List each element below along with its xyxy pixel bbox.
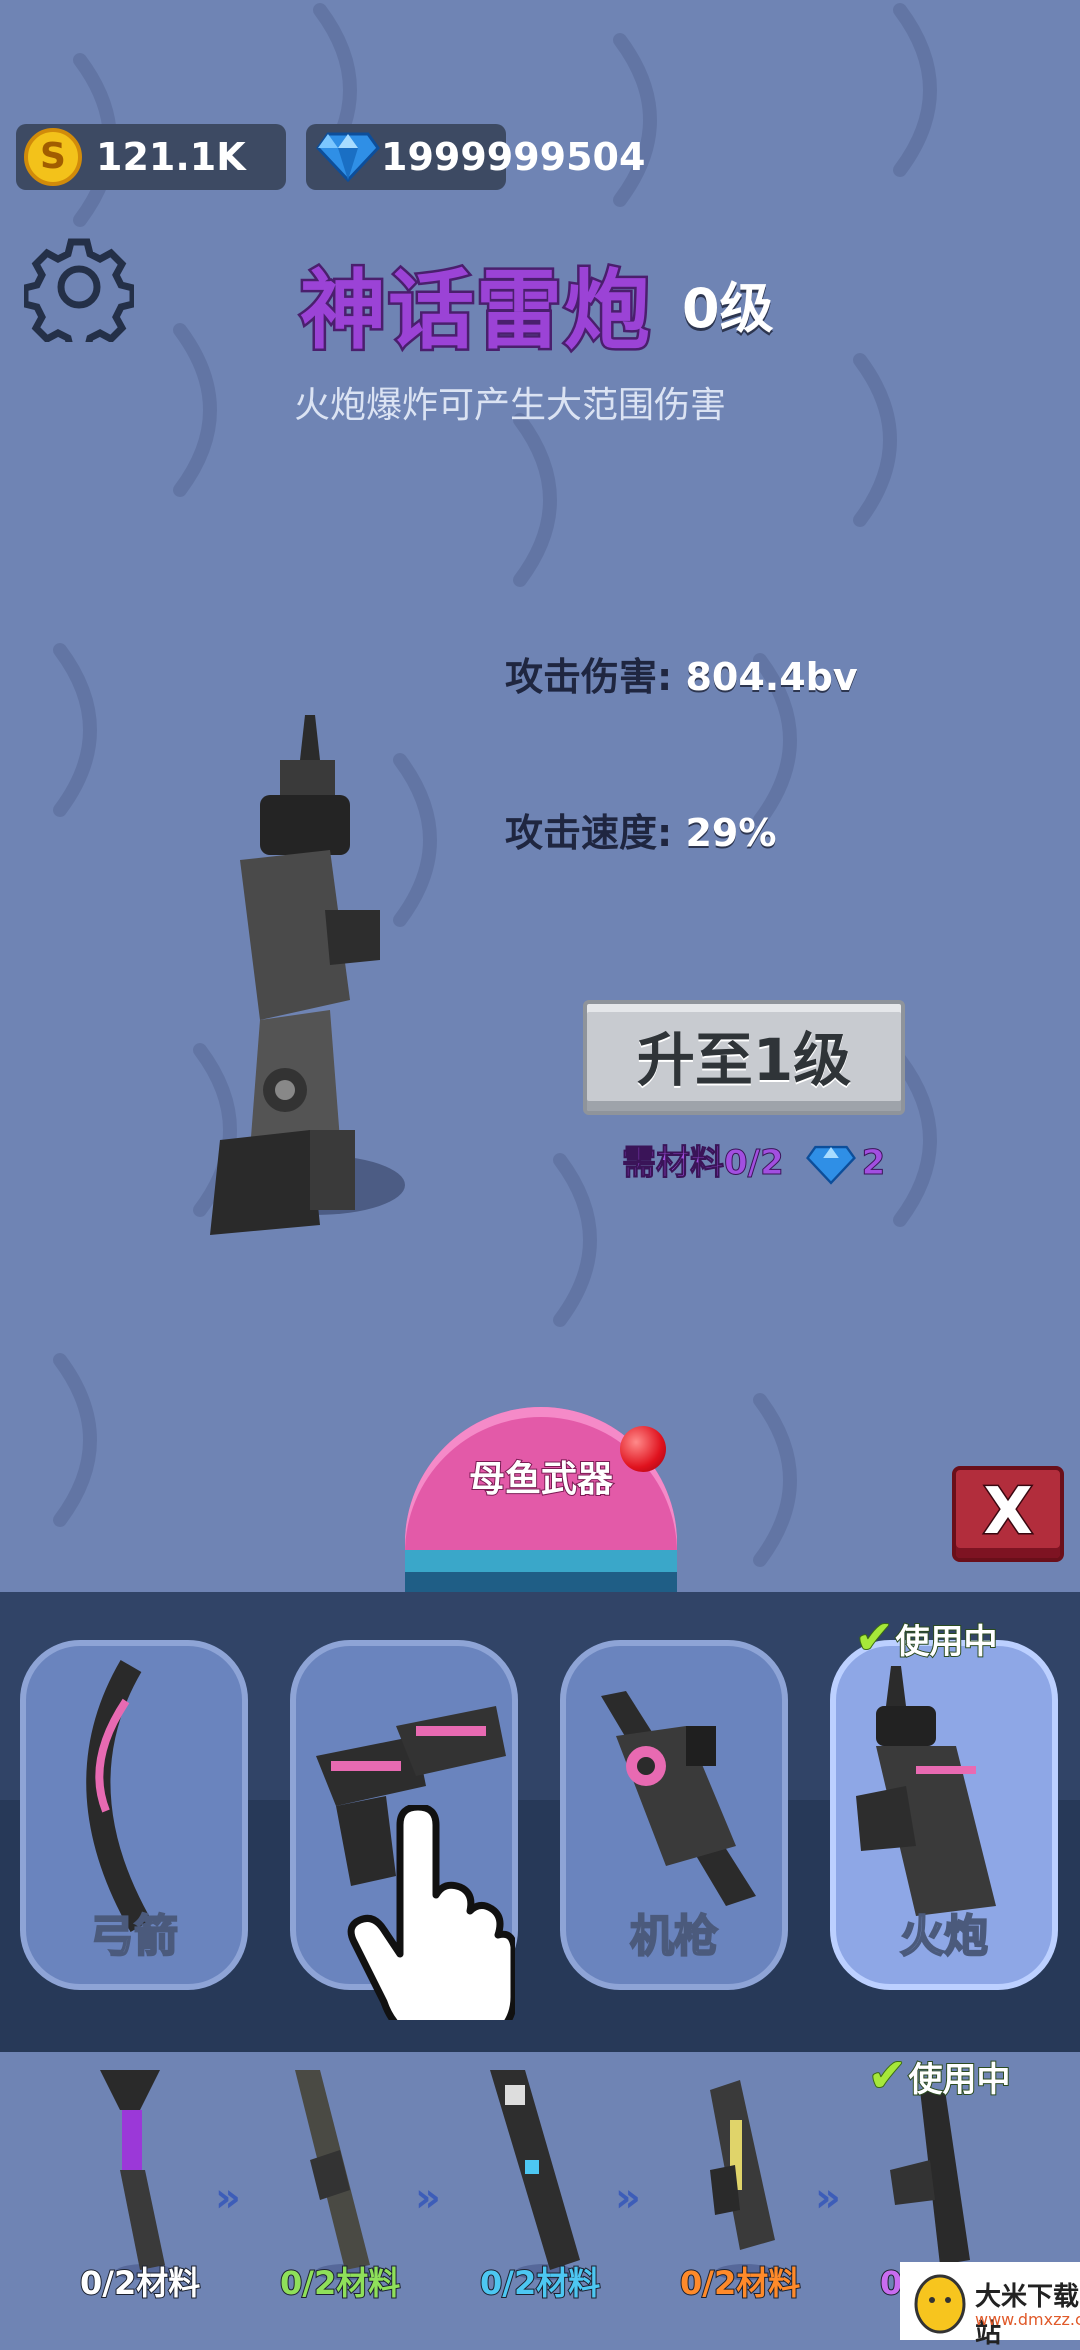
- evolution-weapon-2: [295, 2070, 375, 2280]
- stat-value: 29%: [685, 811, 777, 855]
- in-use-label: 使用中: [895, 1621, 999, 1663]
- description-text: 火炮爆炸可产生大范围伤害: [293, 385, 726, 426]
- settings-gear-icon[interactable]: [24, 232, 134, 342]
- evolution-material-label: 0/2材料: [79, 2263, 201, 2303]
- watermark-logo-icon: [914, 2274, 966, 2334]
- evolution-weapon-1: [100, 2070, 175, 2280]
- in-use-label: 使用中: [908, 2059, 1012, 2101]
- stat-label: 攻击伤害:: [505, 655, 686, 699]
- evolution-material-label: 0/2材料: [479, 2263, 601, 2303]
- stat-label: 攻击速度:: [505, 811, 686, 855]
- cannon-icon: [856, 1666, 996, 1916]
- in-use-badge: ✔使用中: [854, 1609, 999, 1665]
- coin-counter: S 121.1K: [16, 124, 286, 190]
- evolution-arrow-icon: »: [815, 2175, 841, 2221]
- gem-icon: [805, 1145, 856, 1185]
- stat-attack-speed: 攻击速度: 29%: [505, 802, 776, 857]
- gem-cost: 2: [861, 1143, 886, 1184]
- stat-value: 804.4bv: [685, 655, 858, 699]
- category-label: 火炮: [899, 1910, 989, 1963]
- gem-counter: 1999999504: [306, 124, 645, 190]
- evolution-weapon-4: [710, 2080, 775, 2280]
- background-pattern: [53, 3, 937, 1567]
- currency-bar: S 121.1K 1999999504: [16, 124, 1064, 194]
- in-use-badge: ✔使用中: [867, 2047, 1012, 2103]
- material-requirement: 需材料0/2: [622, 1143, 785, 1184]
- checkmark-icon: ✔: [867, 2047, 908, 2103]
- evolution-arrow-icon: »: [615, 2175, 641, 2221]
- machine-gun-icon: [601, 1691, 756, 1906]
- category-label: 弓箭: [89, 1910, 179, 1963]
- watermark-url: www.dmxzz.com: [975, 2310, 1080, 2329]
- category-card-cannon[interactable]: 火炮: [830, 1640, 1058, 1990]
- gem-icon: [316, 132, 380, 182]
- stat-attack-damage: 攻击伤害: 804.4bv: [505, 646, 858, 701]
- weapon-description: 火炮爆炸可产生大范围伤害: [0, 376, 1080, 428]
- cannon-weapon-image: [210, 715, 405, 1235]
- evolution-material-label: 0/2材料: [279, 2263, 401, 2303]
- evolution-arrow-icon: »: [215, 2175, 241, 2221]
- evolution-arrow-icon: »: [415, 2175, 441, 2221]
- upgrade-button[interactable]: 升至1级: [583, 1000, 905, 1115]
- coin-value: 121.1K: [96, 135, 246, 179]
- evolution-material-label: 0/2材料: [679, 2263, 801, 2303]
- tab-base: [405, 1550, 677, 1572]
- gem-value: 1999999504: [381, 135, 646, 179]
- close-button[interactable]: X: [952, 1466, 1064, 1562]
- checkmark-icon: ✔: [854, 1609, 895, 1665]
- evolution-weapon-3: [490, 2070, 580, 2280]
- tutorial-hand-icon: [347, 1805, 515, 2020]
- close-icon: X: [982, 1474, 1034, 1551]
- category-card-machine-gun[interactable]: 机枪: [560, 1640, 788, 1990]
- upgrade-requirement: 需材料0/2 2: [622, 1135, 886, 1185]
- coin-icon: S: [24, 128, 82, 186]
- bow-weapon-icon: [86, 1659, 152, 1932]
- weapon-name: 神话雷炮: [298, 259, 653, 364]
- category-label: 机枪: [629, 1910, 719, 1963]
- weapon-level: 0级: [682, 277, 774, 340]
- notification-dot: [620, 1426, 666, 1472]
- category-card-bow[interactable]: 弓箭: [20, 1640, 248, 1990]
